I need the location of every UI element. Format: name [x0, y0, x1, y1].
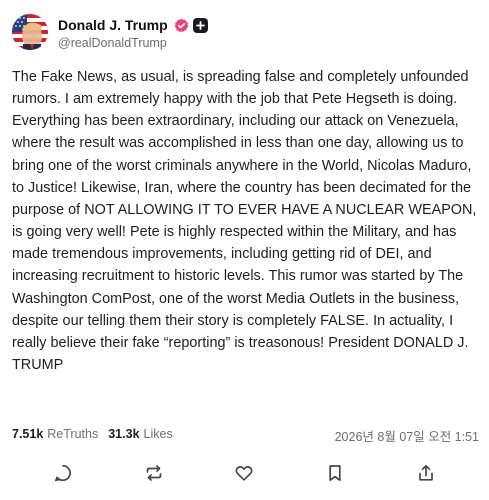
action-bar — [0, 453, 489, 493]
post-timestamp: 2026년 8월 07일 오전 1:51 — [334, 430, 479, 444]
post-stats: 7.51k ReTruths 31.3k Likes 2026년 8월 07일 … — [12, 425, 479, 444]
likes-label[interactable]: Likes — [144, 427, 173, 441]
retruth-button[interactable] — [134, 455, 174, 491]
post-text: The Fake News, as usual, is spreading fa… — [12, 69, 477, 374]
share-icon — [418, 464, 433, 481]
like-button[interactable] — [224, 455, 264, 491]
bookmark-icon — [329, 465, 341, 482]
bookmark-button[interactable] — [315, 455, 355, 491]
likes-count[interactable]: 31.3k — [108, 427, 139, 441]
avatar[interactable] — [12, 14, 48, 50]
retruth-icon — [146, 465, 162, 481]
retruths-label[interactable]: ReTruths — [47, 427, 98, 441]
plus-badge-icon — [192, 17, 208, 33]
verified-check-icon — [174, 18, 189, 32]
reply-button[interactable] — [43, 455, 83, 491]
avatar-image — [12, 14, 48, 50]
retruths-count[interactable]: 7.51k — [12, 427, 43, 441]
share-button[interactable] — [406, 455, 446, 491]
reply-icon — [55, 464, 72, 482]
like-icon — [235, 465, 253, 481]
user-handle[interactable]: @realDonaldTrump — [58, 36, 167, 50]
display-name[interactable]: Donald J. Trump — [58, 17, 168, 33]
post-header: Donald J. Trump @realDonaldTrump — [12, 14, 477, 58]
